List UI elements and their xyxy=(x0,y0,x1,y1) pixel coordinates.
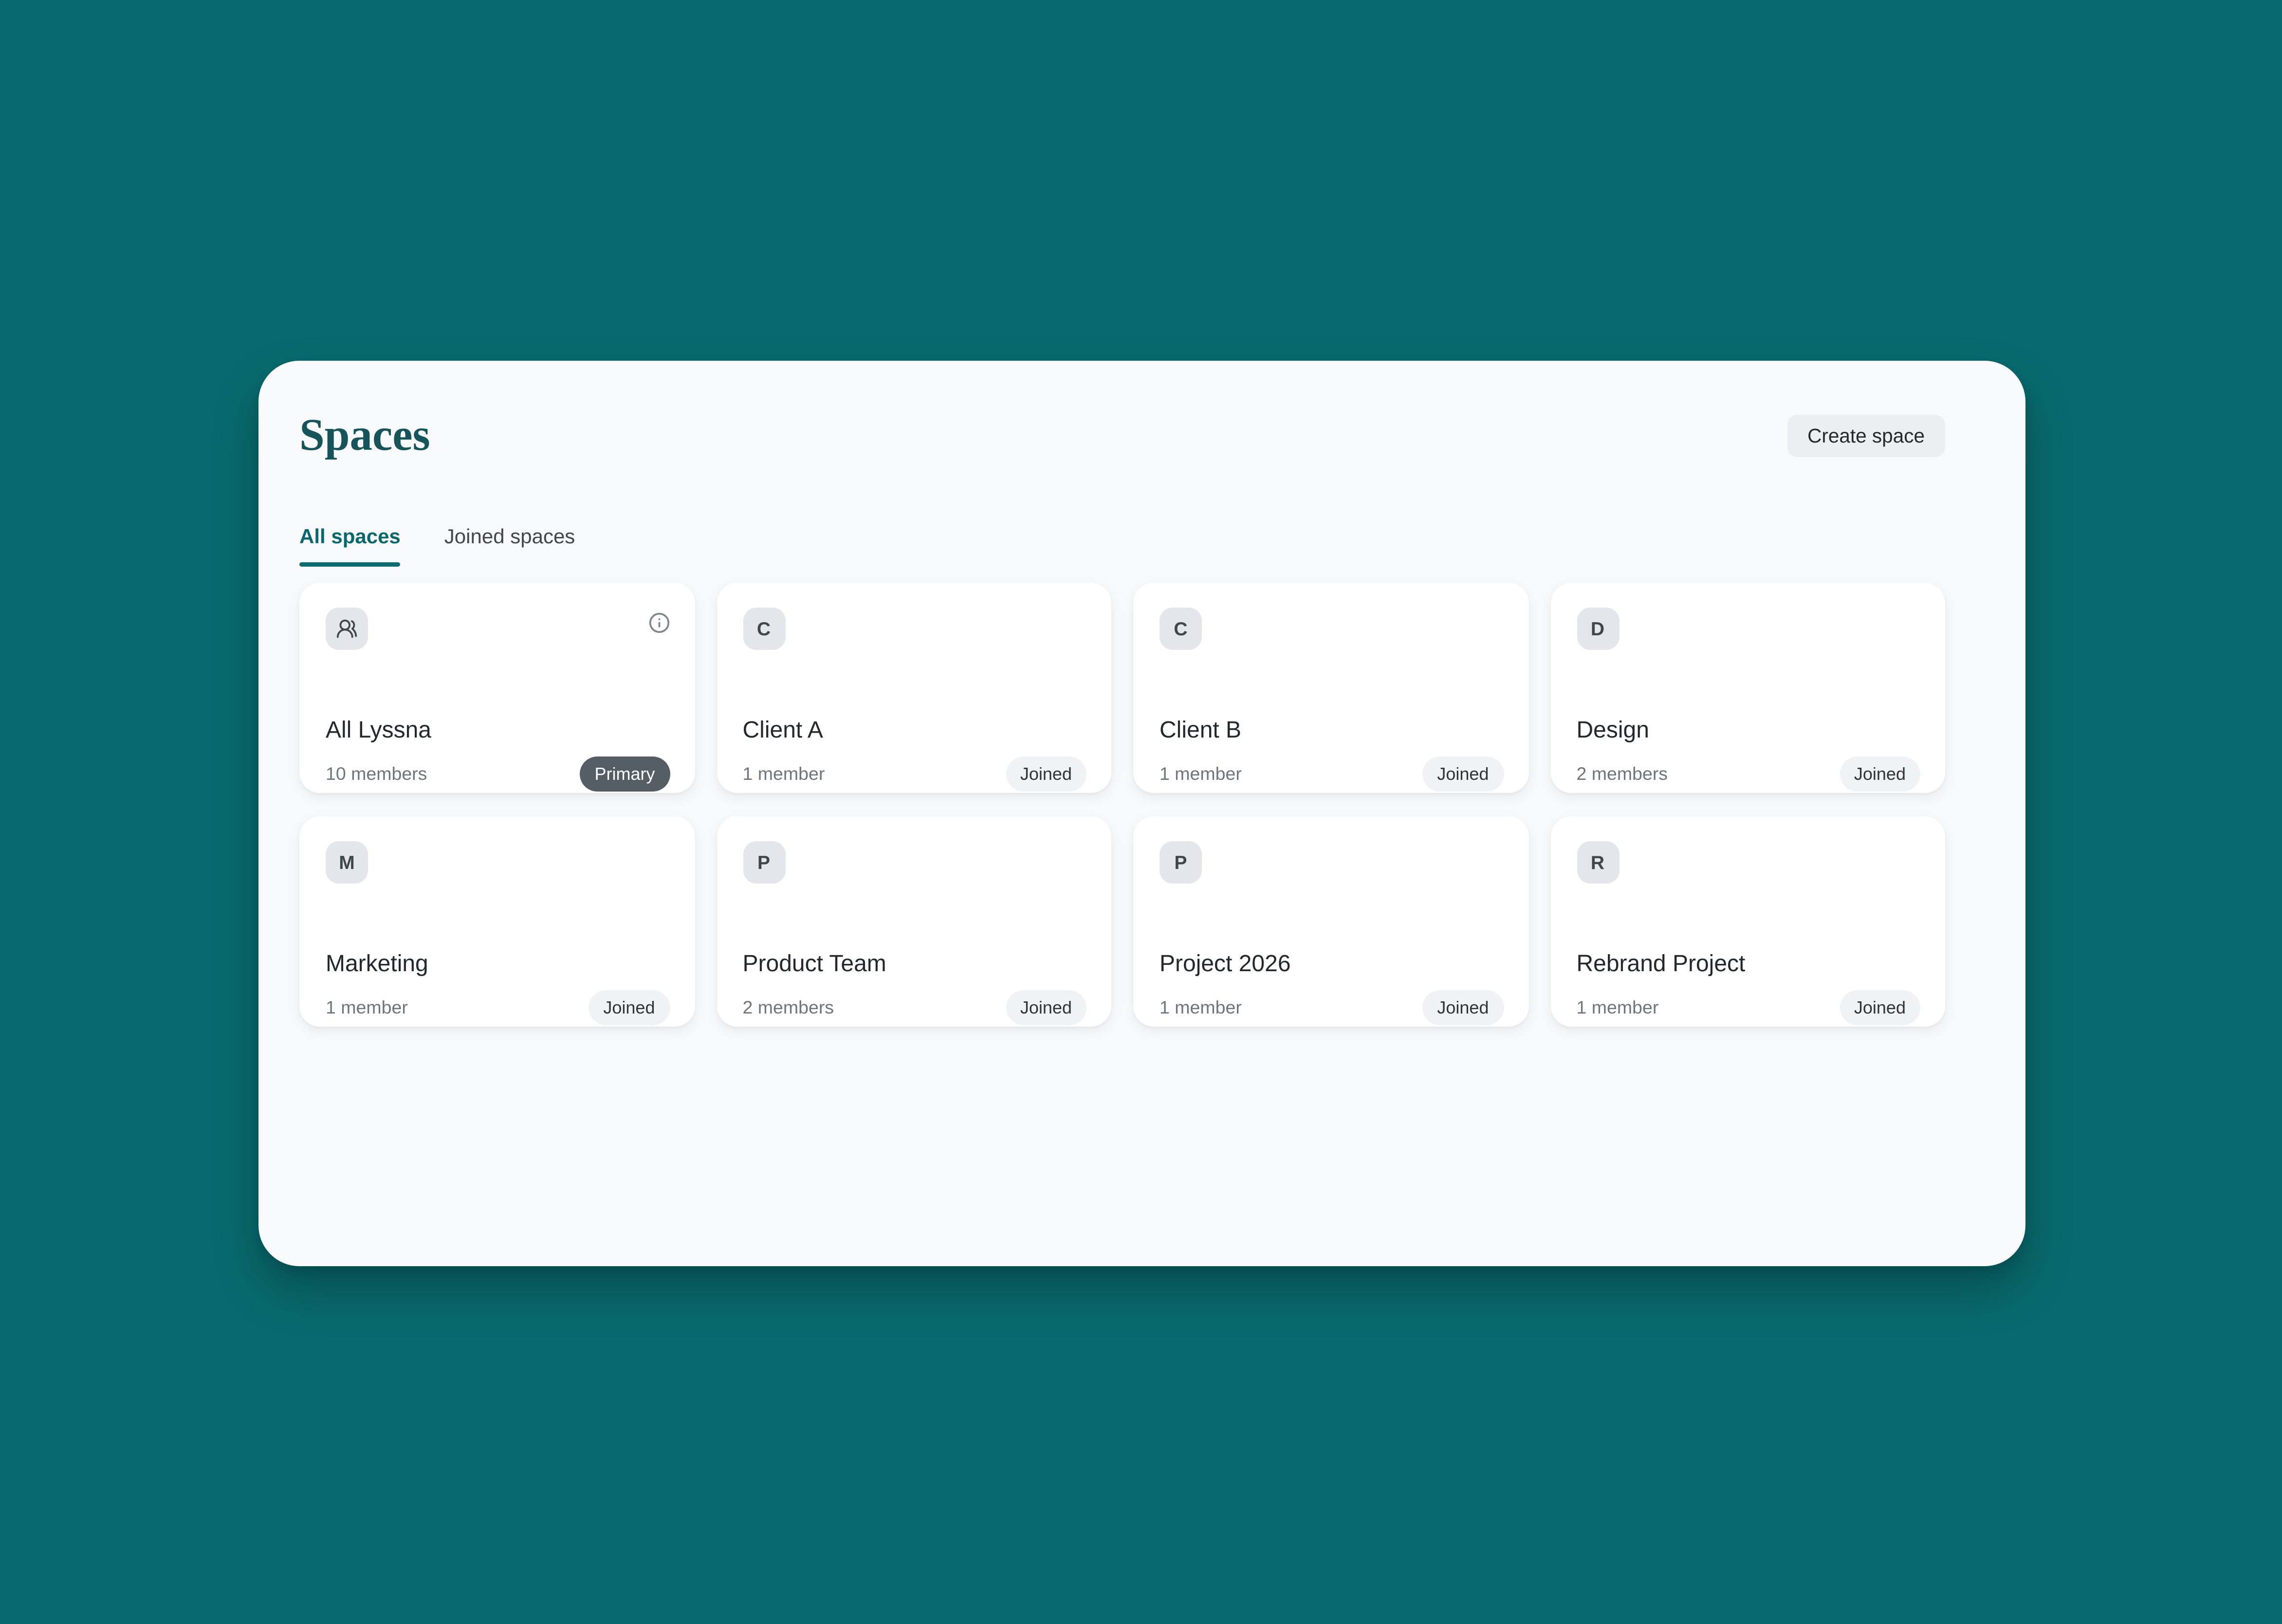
space-avatar xyxy=(326,608,368,650)
status-badge: Joined xyxy=(1006,757,1086,792)
space-name: Design xyxy=(1577,717,1921,746)
status-badge: Joined xyxy=(589,990,669,1025)
status-badge: Joined xyxy=(1422,757,1503,792)
member-count: 1 member xyxy=(743,764,825,784)
member-count: 1 member xyxy=(1159,764,1242,784)
card-foot: 2 members Joined xyxy=(1577,757,1921,792)
space-name: Product Team xyxy=(743,951,1087,980)
space-initial: P xyxy=(757,851,770,873)
space-card-rebrand-project[interactable]: R Rebrand Project 1 member Joined xyxy=(1550,816,1946,1027)
space-card-marketing[interactable]: M Marketing 1 member Joined xyxy=(299,816,695,1027)
desktop-background: Spaces Create space All spaces Joined sp… xyxy=(0,0,2282,1624)
space-card-design[interactable]: D Design 2 members Joined xyxy=(1550,583,1946,793)
space-initial: C xyxy=(757,618,771,640)
card-foot: 1 member Joined xyxy=(1159,990,1504,1025)
card-top: P xyxy=(743,841,1087,884)
card-top: R xyxy=(1577,841,1921,884)
space-avatar: P xyxy=(743,841,785,884)
space-card-project-2026[interactable]: P Project 2026 1 member Joined xyxy=(1133,816,1528,1027)
space-card-client-a[interactable]: C Client A 1 member Joined xyxy=(717,583,1112,793)
card-foot: 10 members Primary xyxy=(326,757,670,792)
status-badge: Primary xyxy=(580,757,669,792)
card-foot: 1 member Joined xyxy=(743,757,1087,792)
tabs: All spaces Joined spaces xyxy=(299,524,1945,567)
space-avatar: R xyxy=(1577,841,1619,884)
space-name: Rebrand Project xyxy=(1577,951,1921,980)
space-initial: M xyxy=(339,851,355,873)
member-count: 1 member xyxy=(1577,997,1659,1018)
card-top: P xyxy=(1159,841,1504,884)
member-count: 1 member xyxy=(1159,997,1242,1018)
space-avatar: M xyxy=(326,841,368,884)
member-count: 10 members xyxy=(326,764,427,784)
space-card-client-b[interactable]: C Client B 1 member Joined xyxy=(1133,583,1528,793)
member-count: 2 members xyxy=(743,997,834,1018)
space-card-all-lyssna[interactable]: All Lyssna 10 members Primary xyxy=(299,583,695,793)
card-foot: 2 members Joined xyxy=(743,990,1087,1025)
space-initial: R xyxy=(1591,851,1604,873)
space-avatar: D xyxy=(1577,608,1619,650)
tab-all-spaces[interactable]: All spaces xyxy=(299,524,401,567)
page-title: Spaces xyxy=(299,406,430,464)
status-badge: Joined xyxy=(1840,757,1920,792)
space-name: Client A xyxy=(743,717,1087,746)
panel-header: Spaces Create space xyxy=(299,406,1945,464)
create-space-button[interactable]: Create space xyxy=(1787,414,1945,457)
space-avatar: P xyxy=(1159,841,1202,884)
space-name: Project 2026 xyxy=(1159,951,1504,980)
member-count: 2 members xyxy=(1577,764,1668,784)
spaces-grid: All Lyssna 10 members Primary C Client A… xyxy=(299,583,1945,1027)
card-top: C xyxy=(1159,608,1504,650)
card-foot: 1 member Joined xyxy=(326,990,670,1025)
card-foot: 1 member Joined xyxy=(1577,990,1921,1025)
card-top: C xyxy=(743,608,1087,650)
info-icon[interactable] xyxy=(648,612,670,634)
space-avatar: C xyxy=(1159,608,1202,650)
space-initial: D xyxy=(1591,618,1604,640)
card-top: D xyxy=(1577,608,1921,650)
status-badge: Joined xyxy=(1006,990,1086,1025)
member-count: 1 member xyxy=(326,997,408,1018)
spaces-panel: Spaces Create space All spaces Joined sp… xyxy=(258,361,2025,1266)
space-name: Client B xyxy=(1159,717,1504,746)
card-top: M xyxy=(326,841,670,884)
tab-joined-spaces[interactable]: Joined spaces xyxy=(444,524,575,567)
space-initial: C xyxy=(1174,618,1187,640)
status-badge: Joined xyxy=(1840,990,1920,1025)
card-foot: 1 member Joined xyxy=(1159,757,1504,792)
space-name: All Lyssna xyxy=(326,717,670,746)
space-card-product-team[interactable]: P Product Team 2 members Joined xyxy=(717,816,1112,1027)
status-badge: Joined xyxy=(1422,990,1503,1025)
card-top xyxy=(326,608,670,650)
users-icon xyxy=(336,618,358,640)
space-initial: P xyxy=(1174,851,1187,873)
space-avatar: C xyxy=(743,608,785,650)
space-name: Marketing xyxy=(326,951,670,980)
